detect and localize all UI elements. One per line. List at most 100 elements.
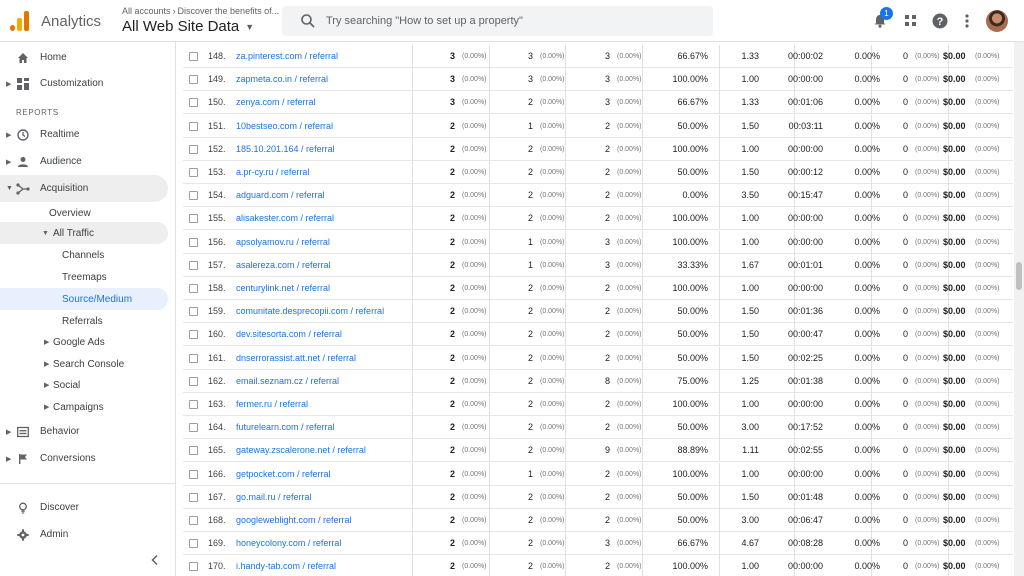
sidebar-item-social[interactable]: ▶ Social (0, 374, 168, 396)
sidebar-item-channels[interactable]: Channels (0, 244, 168, 266)
source-medium-link[interactable]: getpocket.com / referral (236, 463, 331, 486)
row-checkbox[interactable] (189, 307, 198, 317)
row-checkbox[interactable] (189, 492, 198, 502)
scrollbar-track[interactable] (1014, 42, 1024, 576)
source-medium-link[interactable]: apsolyamov.ru / referral (236, 231, 330, 254)
row-checkbox[interactable] (189, 516, 198, 525)
source-medium-link[interactable]: googleweblight.com / referral (236, 509, 352, 532)
source-medium-link[interactable]: futurelearn.com / referral (236, 416, 335, 439)
row-checkbox[interactable] (189, 353, 198, 363)
source-medium-link[interactable]: i.handy-tab.com / referral (236, 555, 336, 576)
sidebar-item-discover[interactable]: Discover (0, 494, 168, 521)
source-medium-link[interactable]: zapmeta.co.in / referral (236, 68, 328, 91)
sidebar-item-all-traffic[interactable]: ▼ All Traffic (0, 222, 168, 244)
row-number: 154. (208, 190, 226, 201)
source-medium-link[interactable]: alisakester.com / referral (236, 207, 334, 230)
row-checkbox[interactable] (189, 214, 198, 224)
apps-grid-icon[interactable] (901, 11, 921, 31)
conversion-rate: 0.00% (854, 97, 880, 108)
source-medium-link[interactable]: dnserrorassist.att.net / referral (236, 347, 356, 370)
sidebar-item-behavior[interactable]: ▶ Behavior (0, 418, 168, 445)
sidebar-item-admin[interactable]: Admin (0, 521, 168, 548)
sidebar-item-referrals[interactable]: Referrals (0, 310, 168, 332)
pages-per-session: 1.67 (741, 259, 759, 270)
source-medium-link[interactable]: dev.sitesorta.com / referral (236, 323, 342, 346)
row-checkbox[interactable] (189, 400, 198, 409)
source-medium-link[interactable]: 185.10.201.164 / referral (236, 138, 335, 161)
row-checkbox[interactable] (189, 539, 198, 549)
sidebar-item-search-console[interactable]: ▶ Search Console (0, 353, 168, 375)
collapse-sidebar-icon[interactable] (149, 554, 161, 566)
source-medium-link[interactable]: adguard.com / referral (236, 184, 325, 207)
row-checkbox[interactable] (189, 446, 198, 456)
metric-value: 0 (903, 491, 909, 502)
sidebar-item-customization[interactable]: ▶ Customization (0, 70, 168, 97)
row-checkbox[interactable] (189, 423, 198, 433)
sidebar-item-realtime[interactable]: ▶ Realtime (0, 121, 168, 148)
sidebar-item-acquisition[interactable]: ▼ Acquisition (0, 175, 168, 202)
source-medium-link[interactable]: honeycolony.com / referral (236, 532, 341, 555)
sidebar-item-treemaps[interactable]: Treemaps (0, 266, 168, 288)
search-input[interactable] (326, 12, 696, 30)
metric-percent: (0.00%) (975, 331, 1000, 339)
source-medium-link[interactable]: go.mail.ru / referral (236, 486, 312, 509)
account-avatar[interactable] (986, 10, 1008, 32)
source-medium-link[interactable]: za.pinterest.com / referral (236, 45, 338, 68)
analytics-logo-icon[interactable] (10, 11, 30, 31)
source-medium-link[interactable]: gateway.zscalerone.net / referral (236, 439, 366, 462)
row-checkbox[interactable] (189, 144, 198, 154)
row-checkbox[interactable] (189, 376, 198, 386)
sidebar-item-google-ads[interactable]: ▶ Google Ads (0, 331, 168, 353)
sidebar-item-source-medium[interactable]: Source/Medium (0, 288, 168, 310)
row-checkbox[interactable] (189, 52, 198, 61)
metric-percent: (0.00%) (462, 261, 487, 269)
source-medium-link[interactable]: 10bestseo.com / referral (236, 115, 333, 138)
row-number: 156. (208, 236, 226, 247)
breadcrumb-item[interactable]: All accounts (122, 6, 171, 16)
source-medium-link[interactable]: a.pr-cy.ru / referral (236, 161, 309, 184)
sidebar-item-conversions[interactable]: ▶ Conversions (0, 445, 168, 472)
table-row: 170. i.handy-tab.com / referral 2 (0.00%) 2 (… (183, 555, 1013, 576)
row-checkbox[interactable] (189, 260, 198, 270)
source-medium-link[interactable]: asalereza.com / referral (236, 254, 331, 277)
source-medium-link[interactable]: zenya.com / referral (236, 91, 316, 114)
scrollbar-thumb[interactable] (1016, 262, 1022, 290)
source-medium-link[interactable]: centurylink.net / referral (236, 277, 330, 300)
app-name[interactable]: Analytics (41, 13, 101, 30)
row-checkbox[interactable] (189, 121, 198, 131)
source-medium-link[interactable]: comunitate.desprecopii.com / referral (236, 300, 384, 323)
bounce-rate: 50.00% (677, 167, 708, 177)
row-checkbox[interactable] (189, 237, 198, 247)
account-breadcrumb[interactable]: All accounts › Discover the benefits of... (122, 6, 279, 16)
sidebar-item-audience[interactable]: ▶ Audience (0, 148, 168, 175)
row-checkbox[interactable] (189, 98, 198, 108)
collapse-arrow-icon: ▼ (6, 185, 13, 192)
sidebar-item-home[interactable]: Home (0, 44, 168, 71)
logo-bar (10, 25, 15, 31)
sidebar-item-campaigns[interactable]: ▶ Campaigns (0, 396, 168, 418)
metric-value: 2 (450, 399, 456, 409)
bounce-rate: 33.33% (677, 259, 708, 270)
row-checkbox[interactable] (189, 330, 198, 340)
source-medium-link[interactable]: fermer.ru / referral (236, 393, 308, 416)
row-checkbox[interactable] (189, 191, 198, 201)
property-selector[interactable]: All Web Site Data ▼ (122, 18, 254, 35)
row-checkbox[interactable] (189, 469, 198, 479)
more-options-icon[interactable] (957, 11, 977, 31)
collapse-arrow-icon: ▼ (42, 229, 49, 237)
sidebar-divider (0, 483, 176, 484)
source-medium-link[interactable]: email.seznam.cz / referral (236, 370, 339, 393)
row-checkbox[interactable] (189, 75, 198, 85)
metric-value: 0 (903, 51, 909, 61)
column-divider (489, 253, 490, 277)
column-divider (412, 555, 413, 576)
row-checkbox[interactable] (189, 284, 198, 293)
breadcrumb-item[interactable]: Discover the benefits of... (178, 6, 280, 16)
row-checkbox[interactable] (189, 562, 198, 572)
search-box[interactable] (282, 6, 713, 36)
notifications-icon[interactable]: 1 (870, 7, 893, 31)
sidebar-item-label: Discover (40, 502, 79, 513)
row-checkbox[interactable] (189, 168, 198, 177)
help-icon[interactable]: ? (930, 11, 950, 31)
metric-percent: (0.00%) (975, 470, 1000, 478)
